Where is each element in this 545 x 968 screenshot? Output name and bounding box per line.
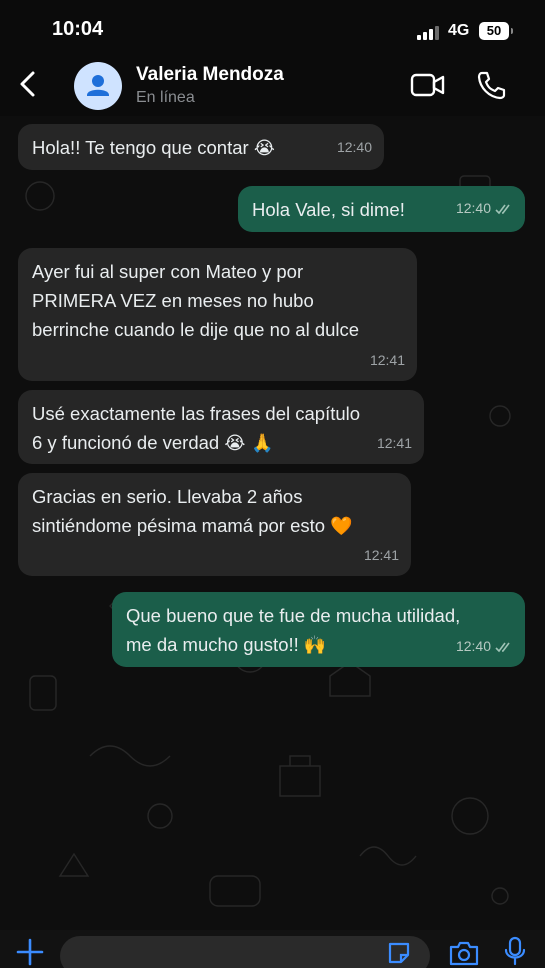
message-bubble-outgoing[interactable]: Hola Vale, si dime! 12:40: [238, 186, 525, 232]
message-bubble-incoming[interactable]: Gracias en serio. Llevaba 2 años sintién…: [18, 473, 411, 576]
message-text: Usé exactamente las frases del capítulo …: [32, 403, 361, 453]
signal-icon: [417, 26, 439, 40]
message-meta: 12:41: [364, 541, 399, 570]
message-input[interactable]: [60, 936, 430, 968]
message-meta: 12:40: [337, 133, 372, 162]
message-meta: 12:40: [456, 194, 513, 223]
message-time: 12:41: [363, 547, 399, 563]
message-text: Que bueno que te fue de mucha utilidad, …: [126, 605, 461, 655]
status-bar: 10:04 4G 50: [0, 0, 545, 52]
message-bubble-outgoing[interactable]: Que bueno que te fue de mucha utilidad, …: [112, 592, 525, 667]
message-bubble-incoming[interactable]: Usé exactamente las frases del capítulo …: [18, 390, 424, 464]
message-emoji: 😭 🙏: [224, 433, 274, 454]
message-bubble-incoming[interactable]: Hola!! Te tengo que contar 😭 12:40: [18, 124, 384, 170]
network-type: 4G: [448, 22, 470, 39]
battery-level: 50: [486, 23, 502, 38]
avatar-person-icon: [87, 75, 109, 96]
message-text: Ayer fui al super con Mateo y por PRIMER…: [32, 261, 360, 340]
microphone-icon[interactable]: [504, 936, 526, 966]
message-meta: 12:41: [377, 429, 412, 458]
phone-call-icon[interactable]: [476, 70, 506, 100]
battery-icon: 50: [479, 22, 513, 40]
message-emoji: 🧡: [330, 516, 353, 537]
contact-status: En línea: [136, 89, 195, 106]
message-emoji: 😭: [253, 138, 275, 159]
plus-icon[interactable]: [16, 938, 44, 966]
read-receipt-icon: [495, 204, 510, 214]
back-arrow-icon[interactable]: [16, 70, 40, 98]
message-text: Hola Vale, si dime!: [252, 199, 405, 220]
message-composer: [0, 930, 545, 968]
chat-area[interactable]: Hola!! Te tengo que contar 😭 12:40 Hola …: [0, 116, 545, 938]
message-meta: 12:40: [456, 632, 513, 661]
sticker-icon[interactable]: [386, 940, 412, 966]
message-time: 12:40: [455, 200, 491, 216]
message-time: 12:40: [455, 638, 491, 654]
message-text: Gracias en serio. Llevaba 2 años sintién…: [32, 486, 326, 536]
message-emoji: 🙌: [303, 635, 327, 656]
message-bubble-incoming[interactable]: Ayer fui al super con Mateo y por PRIMER…: [18, 248, 417, 381]
status-time: 10:04: [52, 18, 104, 40]
message-time: 12:40: [336, 139, 372, 155]
message-text: Hola!! Te tengo que contar: [32, 137, 249, 158]
camera-icon[interactable]: [448, 940, 480, 966]
read-receipt-icon: [495, 642, 510, 652]
chat-header: Valeria Mendoza En línea: [0, 52, 545, 116]
message-time: 12:41: [376, 435, 412, 451]
message-time: 12:41: [369, 352, 405, 368]
message-meta: 12:41: [370, 346, 405, 375]
contact-name[interactable]: Valeria Mendoza: [136, 64, 284, 86]
avatar[interactable]: [74, 62, 122, 110]
video-call-icon[interactable]: [410, 72, 446, 98]
